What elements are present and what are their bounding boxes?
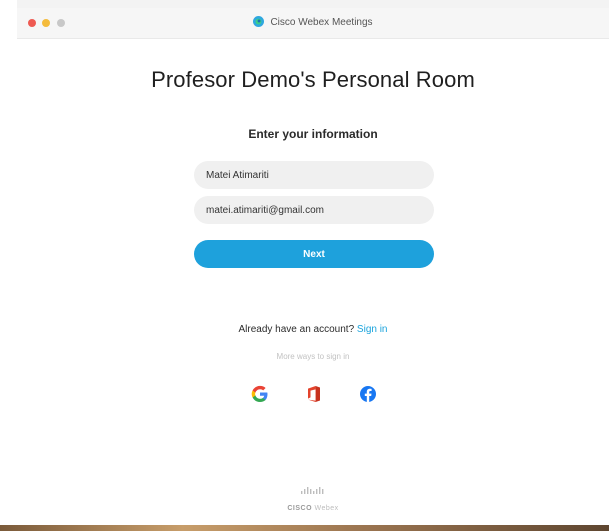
desktop-strip-left <box>0 0 17 531</box>
personal-room-panel: Profesor Demo's Personal Room Enter your… <box>17 39 609 525</box>
cisco-webex-logo: CISCO Webex <box>17 487 609 515</box>
brand-cisco: CISCO <box>287 505 313 512</box>
window-title: Cisco Webex Meetings <box>17 16 609 30</box>
brand-product: Webex <box>314 505 339 512</box>
email-field[interactable] <box>194 196 434 224</box>
desktop-strip-bottom <box>0 525 609 531</box>
webex-icon <box>253 16 265 27</box>
name-field[interactable] <box>194 161 434 189</box>
window-title-text: Cisco Webex Meetings <box>270 17 373 28</box>
more-ways-label: More ways to sign in <box>276 352 350 361</box>
account-prompt-line: Already have an account? Sign in <box>17 324 609 335</box>
app-window: Cisco Webex Meetings Profesor Demo's Per… <box>0 0 609 531</box>
facebook-icon[interactable] <box>359 385 377 403</box>
account-prompt-text: Already have an account? <box>238 324 355 335</box>
next-button[interactable]: Next <box>194 240 434 268</box>
google-icon[interactable] <box>251 385 269 403</box>
page-title: Profesor Demo's Personal Room <box>151 67 475 92</box>
section-label: Enter your information <box>248 127 378 141</box>
desktop-strip-top <box>0 0 609 8</box>
office-icon[interactable] <box>305 385 323 403</box>
sign-in-link[interactable]: Sign in <box>357 324 388 335</box>
title-bar: Cisco Webex Meetings <box>17 8 609 39</box>
cisco-bars-icon <box>301 487 324 494</box>
